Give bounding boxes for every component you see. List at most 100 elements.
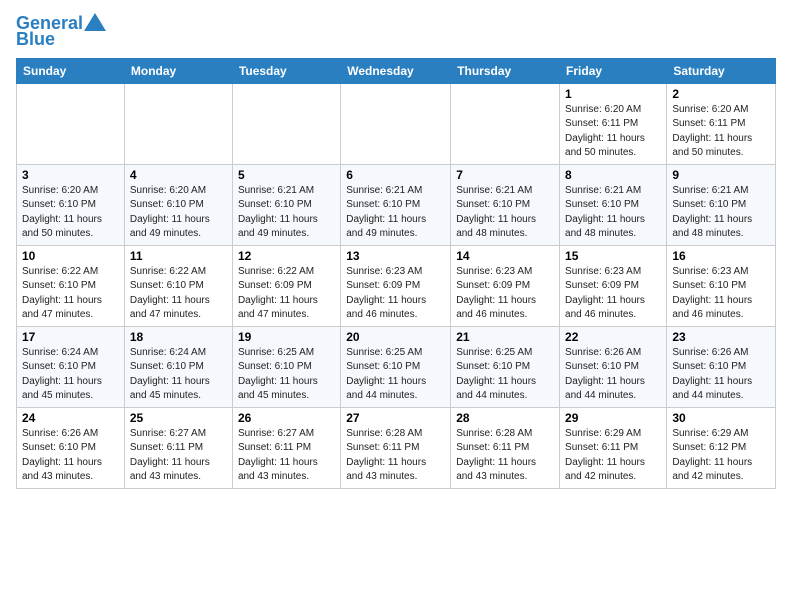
day-number: 6 bbox=[346, 168, 445, 182]
logo-icon bbox=[84, 13, 106, 31]
week-row-5: 24 Sunrise: 6:26 AMSunset: 6:10 PMDayligh… bbox=[17, 407, 776, 488]
day-cell bbox=[124, 83, 232, 164]
day-number: 27 bbox=[346, 411, 445, 425]
weekday-header-sunday: Sunday bbox=[17, 58, 125, 83]
day-number: 12 bbox=[238, 249, 335, 263]
day-cell bbox=[17, 83, 125, 164]
day-cell: 13 Sunrise: 6:23 AMSunset: 6:09 PMDayligh… bbox=[341, 245, 451, 326]
day-number: 10 bbox=[22, 249, 119, 263]
day-info: Sunrise: 6:24 AMSunset: 6:10 PMDaylight:… bbox=[130, 346, 227, 404]
day-number: 9 bbox=[672, 168, 770, 182]
day-cell: 24 Sunrise: 6:26 AMSunset: 6:10 PMDayligh… bbox=[17, 407, 125, 488]
day-cell bbox=[341, 83, 451, 164]
day-cell bbox=[232, 83, 340, 164]
day-number: 8 bbox=[565, 168, 661, 182]
day-cell: 3 Sunrise: 6:20 AMSunset: 6:10 PMDaylight… bbox=[17, 164, 125, 245]
day-info: Sunrise: 6:21 AMSunset: 6:10 PMDaylight:… bbox=[672, 184, 770, 242]
day-info: Sunrise: 6:29 AMSunset: 6:12 PMDaylight:… bbox=[672, 427, 770, 485]
day-number: 16 bbox=[672, 249, 770, 263]
weekday-header-tuesday: Tuesday bbox=[232, 58, 340, 83]
day-info: Sunrise: 6:25 AMSunset: 6:10 PMDaylight:… bbox=[456, 346, 554, 404]
day-info: Sunrise: 6:25 AMSunset: 6:10 PMDaylight:… bbox=[238, 346, 335, 404]
day-info: Sunrise: 6:29 AMSunset: 6:11 PMDaylight:… bbox=[565, 427, 661, 485]
day-cell: 22 Sunrise: 6:26 AMSunset: 6:10 PMDayligh… bbox=[560, 326, 667, 407]
day-info: Sunrise: 6:20 AMSunset: 6:10 PMDaylight:… bbox=[130, 184, 227, 242]
day-info: Sunrise: 6:21 AMSunset: 6:10 PMDaylight:… bbox=[238, 184, 335, 242]
day-info: Sunrise: 6:25 AMSunset: 6:10 PMDaylight:… bbox=[346, 346, 445, 404]
day-number: 21 bbox=[456, 330, 554, 344]
day-number: 22 bbox=[565, 330, 661, 344]
day-cell: 2 Sunrise: 6:20 AMSunset: 6:11 PMDaylight… bbox=[667, 83, 776, 164]
day-info: Sunrise: 6:26 AMSunset: 6:10 PMDaylight:… bbox=[22, 427, 119, 485]
day-cell: 8 Sunrise: 6:21 AMSunset: 6:10 PMDaylight… bbox=[560, 164, 667, 245]
week-row-1: 1Sunrise: 6:20 AMSunset: 6:11 PMDaylight… bbox=[17, 83, 776, 164]
day-info: Sunrise: 6:21 AMSunset: 6:10 PMDaylight:… bbox=[346, 184, 445, 242]
day-info: Sunrise: 6:22 AMSunset: 6:10 PMDaylight:… bbox=[130, 265, 227, 323]
day-number: 18 bbox=[130, 330, 227, 344]
day-number: 30 bbox=[672, 411, 770, 425]
weekday-header-saturday: Saturday bbox=[667, 58, 776, 83]
weekday-header-monday: Monday bbox=[124, 58, 232, 83]
day-number: 15 bbox=[565, 249, 661, 263]
calendar: SundayMondayTuesdayWednesdayThursdayFrid… bbox=[16, 58, 776, 489]
day-info: Sunrise: 6:23 AMSunset: 6:09 PMDaylight:… bbox=[346, 265, 445, 323]
weekday-header-wednesday: Wednesday bbox=[341, 58, 451, 83]
day-cell bbox=[451, 83, 560, 164]
day-cell: 16 Sunrise: 6:23 AMSunset: 6:10 PMDayligh… bbox=[667, 245, 776, 326]
day-info: Sunrise: 6:24 AMSunset: 6:10 PMDaylight:… bbox=[22, 346, 119, 404]
day-cell: 4 Sunrise: 6:20 AMSunset: 6:10 PMDaylight… bbox=[124, 164, 232, 245]
day-number: 23 bbox=[672, 330, 770, 344]
day-info: Sunrise: 6:28 AMSunset: 6:11 PMDaylight:… bbox=[456, 427, 554, 485]
week-row-2: 3 Sunrise: 6:20 AMSunset: 6:10 PMDaylight… bbox=[17, 164, 776, 245]
day-number: 29 bbox=[565, 411, 661, 425]
day-info: Sunrise: 6:20 AMSunset: 6:11 PMDaylight:… bbox=[672, 103, 770, 161]
day-info: Sunrise: 6:23 AMSunset: 6:09 PMDaylight:… bbox=[565, 265, 661, 323]
day-cell: 21 Sunrise: 6:25 AMSunset: 6:10 PMDayligh… bbox=[451, 326, 560, 407]
day-cell: 9 Sunrise: 6:21 AMSunset: 6:10 PMDaylight… bbox=[667, 164, 776, 245]
day-cell: 15 Sunrise: 6:23 AMSunset: 6:09 PMDayligh… bbox=[560, 245, 667, 326]
logo: General Blue bbox=[16, 14, 106, 50]
day-cell: 6 Sunrise: 6:21 AMSunset: 6:10 PMDaylight… bbox=[341, 164, 451, 245]
day-cell: 23 Sunrise: 6:26 AMSunset: 6:10 PMDayligh… bbox=[667, 326, 776, 407]
day-info: Sunrise: 6:20 AMSunset: 6:11 PMDaylight:… bbox=[565, 103, 661, 161]
day-cell: 14Sunrise: 6:23 AMSunset: 6:09 PMDayligh… bbox=[451, 245, 560, 326]
day-info: Sunrise: 6:21 AMSunset: 6:10 PMDaylight:… bbox=[565, 184, 661, 242]
header: General Blue bbox=[16, 10, 776, 50]
day-cell: 19Sunrise: 6:25 AMSunset: 6:10 PMDayligh… bbox=[232, 326, 340, 407]
day-number: 11 bbox=[130, 249, 227, 263]
day-info: Sunrise: 6:26 AMSunset: 6:10 PMDaylight:… bbox=[672, 346, 770, 404]
day-cell: 1Sunrise: 6:20 AMSunset: 6:11 PMDaylight… bbox=[560, 83, 667, 164]
week-row-4: 17Sunrise: 6:24 AMSunset: 6:10 PMDayligh… bbox=[17, 326, 776, 407]
day-info: Sunrise: 6:21 AMSunset: 6:10 PMDaylight:… bbox=[456, 184, 554, 242]
day-info: Sunrise: 6:26 AMSunset: 6:10 PMDaylight:… bbox=[565, 346, 661, 404]
day-number: 25 bbox=[130, 411, 227, 425]
day-number: 5 bbox=[238, 168, 335, 182]
day-info: Sunrise: 6:23 AMSunset: 6:10 PMDaylight:… bbox=[672, 265, 770, 323]
day-info: Sunrise: 6:27 AMSunset: 6:11 PMDaylight:… bbox=[238, 427, 335, 485]
day-cell: 29 Sunrise: 6:29 AMSunset: 6:11 PMDayligh… bbox=[560, 407, 667, 488]
day-info: Sunrise: 6:27 AMSunset: 6:11 PMDaylight:… bbox=[130, 427, 227, 485]
day-number: 28 bbox=[456, 411, 554, 425]
day-number: 26 bbox=[238, 411, 335, 425]
day-info: Sunrise: 6:28 AMSunset: 6:11 PMDaylight:… bbox=[346, 427, 445, 485]
day-info: Sunrise: 6:22 AMSunset: 6:09 PMDaylight:… bbox=[238, 265, 335, 323]
day-number: 2 bbox=[672, 87, 770, 101]
weekday-header-thursday: Thursday bbox=[451, 58, 560, 83]
day-cell: 28 Sunrise: 6:28 AMSunset: 6:11 PMDayligh… bbox=[451, 407, 560, 488]
day-number: 24 bbox=[22, 411, 119, 425]
day-number: 13 bbox=[346, 249, 445, 263]
day-number: 7 bbox=[456, 168, 554, 182]
day-cell: 17Sunrise: 6:24 AMSunset: 6:10 PMDayligh… bbox=[17, 326, 125, 407]
day-number: 20 bbox=[346, 330, 445, 344]
page: General Blue SundayMondayTuesdayWednesda… bbox=[0, 0, 792, 505]
day-cell: 12 Sunrise: 6:22 AMSunset: 6:09 PMDayligh… bbox=[232, 245, 340, 326]
week-row-3: 10 Sunrise: 6:22 AMSunset: 6:10 PMDayligh… bbox=[17, 245, 776, 326]
day-number: 4 bbox=[130, 168, 227, 182]
day-info: Sunrise: 6:20 AMSunset: 6:10 PMDaylight:… bbox=[22, 184, 119, 242]
day-number: 14 bbox=[456, 249, 554, 263]
day-cell: 10Sunrise: 6:22 AMSunset: 6:10 PMDayligh… bbox=[17, 245, 125, 326]
day-cell: 5 Sunrise: 6:21 AMSunset: 6:10 PMDaylight… bbox=[232, 164, 340, 245]
day-cell: 30 Sunrise: 6:29 AMSunset: 6:12 PMDayligh… bbox=[667, 407, 776, 488]
day-cell: 11 Sunrise: 6:22 AMSunset: 6:10 PMDayligh… bbox=[124, 245, 232, 326]
day-number: 3 bbox=[22, 168, 119, 182]
